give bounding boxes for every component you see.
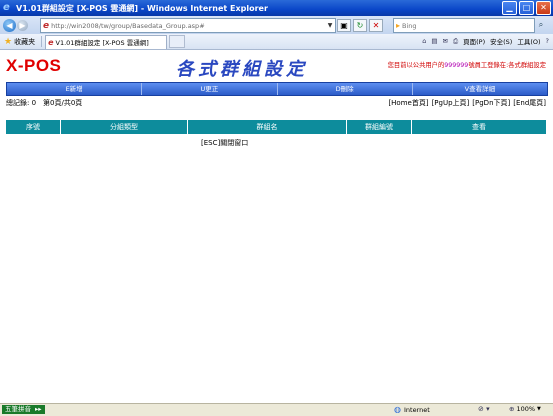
zoom-dropdown-icon[interactable]: ▼ [537, 406, 541, 412]
function-toolbar: E新增 U更正 D刪除 V查看詳細 [6, 82, 548, 96]
window-title-bar: e V1.01群組設定 [X-POS 雲通網] - Windows Intern… [0, 0, 553, 16]
feeds-icon[interactable]: ▤ [431, 37, 437, 45]
ime-indicator[interactable]: 五筆拼音 ▸▸ [2, 405, 45, 414]
user-info-company: 公共用户 [412, 62, 438, 69]
mail-icon[interactable]: ✉ [442, 37, 447, 45]
column-header-view[interactable]: 查看 [411, 120, 546, 134]
address-bar[interactable]: e http://win2008/tw/group/Basedata_Group… [40, 18, 336, 33]
search-icon[interactable]: ⌕ [535, 19, 547, 30]
favorites-button[interactable]: 收藏夹 [14, 37, 35, 47]
maximize-icon[interactable]: □ [519, 1, 534, 15]
column-header-group-type[interactable]: 分組類型 [60, 120, 187, 134]
refresh-icon[interactable]: ↻ [353, 19, 367, 32]
tab-title: V1.01群組設定 [X-POS 雲通網] [55, 39, 149, 47]
protected-mode-icon[interactable]: ⊘ ▾ [478, 405, 490, 413]
xpos-logo: X-POS [6, 56, 62, 75]
status-bar: 五筆拼音 ▸▸ ◍ Internet ⊘ ▾ ⊕ 100% ▼ [0, 403, 553, 416]
record-info: 總記錄: 0 第0頁/共0頁 [6, 99, 83, 107]
print-icon[interactable]: ⎙ [453, 37, 458, 46]
user-info-module: 各式群組設定 [508, 62, 546, 69]
next-page-link[interactable]: [PgDn下頁] [472, 98, 510, 108]
address-dropdown-icon[interactable]: ▼ [325, 22, 335, 29]
table-header: 序號 分組類型 群組名 群組編號 查看 [6, 120, 546, 134]
tab-page-icon: e [48, 37, 54, 47]
zoom-icon: ⊕ [509, 405, 515, 413]
edit-button[interactable]: U更正 [141, 83, 277, 95]
add-button[interactable]: E新增 [7, 83, 142, 95]
user-info-prefix: 您目前以 [387, 62, 413, 69]
favorites-star-icon[interactable]: ★ [4, 37, 12, 47]
bing-icon: ▸ [396, 21, 401, 30]
ie-logo-icon: e [3, 2, 10, 13]
tools-menu[interactable]: 工具(O) [517, 36, 540, 46]
stop-icon[interactable]: ✕ [369, 19, 383, 32]
search-input[interactable] [402, 21, 513, 30]
column-header-group-name[interactable]: 群組名 [187, 120, 346, 134]
command-bar: ⌂ ▤ ✉ ⎙ 頁面(P) 安全(S) 工具(O) ? [417, 36, 549, 47]
column-header-group-code[interactable]: 群組編號 [346, 120, 411, 134]
forward-button[interactable]: ▶ [17, 19, 28, 31]
favorites-bar: ★ 收藏夹 e V1.01群組設定 [X-POS 雲通網] ⌂ ▤ ✉ ⎙ 頁面… [0, 34, 553, 50]
search-box[interactable]: ▸ [393, 18, 535, 33]
close-window-link[interactable]: [ESC]關閉窗口 [201, 138, 248, 148]
ime-label: 五筆拼音 [5, 405, 31, 413]
user-id: 999999 [444, 62, 469, 69]
close-icon[interactable]: ✕ [536, 1, 551, 15]
address-toolbar: ◀ ▶ e http://win2008/tw/group/Basedata_G… [0, 16, 553, 34]
help-icon[interactable]: ? [546, 37, 549, 45]
delete-button[interactable]: D刪除 [276, 83, 412, 95]
last-page-link[interactable]: [End尾頁] [513, 98, 546, 108]
separator [41, 36, 43, 47]
security-zone: ◍ Internet [394, 405, 430, 414]
compatibility-view-icon[interactable]: ▣ [337, 19, 351, 32]
back-button[interactable]: ◀ [3, 18, 16, 32]
user-info-middle: 號員工登錄在: [468, 62, 509, 69]
globe-icon: ◍ [394, 405, 401, 414]
view-details-button[interactable]: V查看詳細 [411, 83, 547, 95]
user-info: 您目前以公共用户的999999號員工登錄在:各式群組設定 [368, 61, 546, 70]
window-title: V1.01群組設定 [X-POS 雲通網] - Windows Internet… [16, 3, 268, 13]
url-field[interactable]: http://win2008/tw/group/Basedata_Group.a… [51, 22, 325, 30]
zoom-level: 100% [516, 405, 536, 413]
page-content: X-POS 各式群組設定 您目前以公共用户的999999號員工登錄在:各式群組設… [0, 50, 553, 403]
page-icon: e [43, 20, 50, 31]
safety-menu[interactable]: 安全(S) [490, 36, 512, 46]
home-icon[interactable]: ⌂ [422, 37, 426, 45]
page-menu[interactable]: 頁面(P) [463, 36, 485, 46]
pager: [Home首頁] [PgUp上頁] [PgDn下頁] [End尾頁] [385, 98, 546, 108]
minimize-icon[interactable]: ▁ [502, 1, 517, 15]
column-header-index[interactable]: 序號 [6, 120, 60, 134]
first-page-link[interactable]: [Home首頁] [388, 98, 428, 108]
new-tab-button[interactable] [169, 35, 186, 48]
ime-chevron-icon: ▸▸ [35, 405, 42, 413]
browser-tab[interactable]: e V1.01群組設定 [X-POS 雲通網] [45, 34, 168, 49]
zone-label: Internet [403, 405, 430, 414]
page-title: 各式群組設定 [176, 59, 308, 80]
prev-page-link[interactable]: [PgUp上頁] [432, 98, 470, 108]
zoom-control[interactable]: ⊕ 100% ▼ [509, 405, 541, 413]
address-tools: ▣ ↻ ✕ [337, 19, 385, 32]
